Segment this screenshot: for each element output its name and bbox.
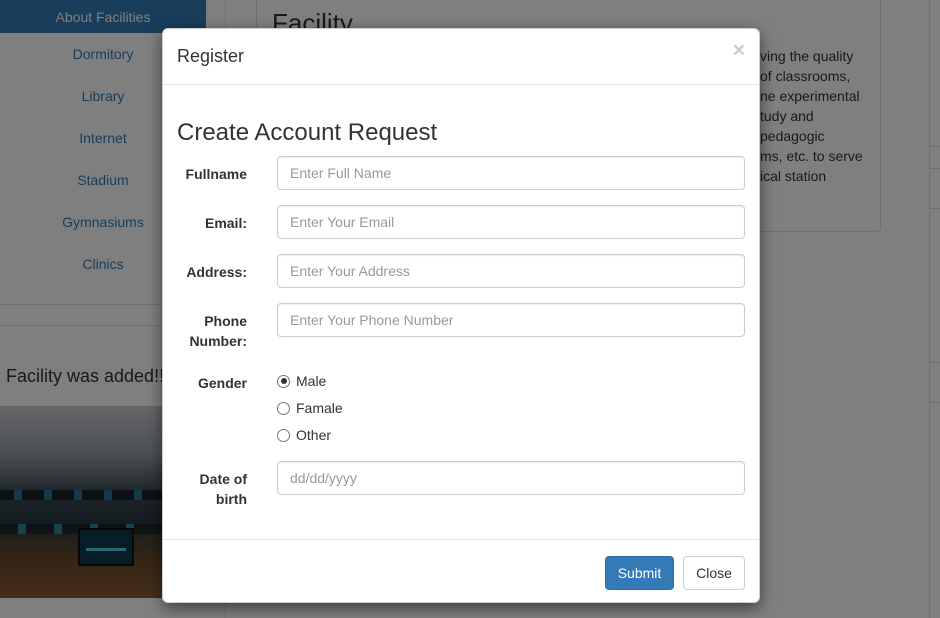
dob-label-line: birth bbox=[215, 491, 247, 507]
modal-title: Register bbox=[177, 46, 245, 66]
email-label: Email: bbox=[204, 215, 247, 231]
phone-input[interactable] bbox=[277, 303, 745, 337]
close-icon[interactable]: × bbox=[733, 40, 745, 61]
address-input[interactable] bbox=[277, 254, 745, 288]
address-label: Address: bbox=[186, 264, 247, 280]
phone-label-line: Number: bbox=[189, 333, 247, 349]
phone-label: Phone Number: bbox=[177, 311, 247, 351]
fullname-label: Fullname bbox=[185, 166, 247, 182]
gender-option-label: Male bbox=[296, 373, 327, 389]
gender-option-male[interactable]: Male bbox=[277, 373, 326, 389]
gender-option-famale[interactable]: Famale bbox=[277, 400, 343, 416]
phone-label-line: Phone bbox=[204, 313, 247, 329]
close-button[interactable]: Close bbox=[683, 556, 745, 590]
gender-label: Gender bbox=[197, 375, 247, 391]
register-modal: Register × Create Account Request Fullna… bbox=[162, 28, 760, 603]
fullname-input[interactable] bbox=[277, 156, 745, 190]
dob-label-line: Date of bbox=[199, 471, 247, 487]
form-heading: Create Account Request bbox=[177, 119, 438, 146]
radio-other[interactable] bbox=[277, 428, 290, 442]
email-input[interactable] bbox=[277, 205, 745, 239]
gender-option-label: Famale bbox=[296, 400, 343, 416]
gender-option-other[interactable]: Other bbox=[277, 427, 331, 443]
modal-footer: Submit Close bbox=[163, 539, 759, 603]
dob-label: Date of birth bbox=[177, 469, 247, 509]
submit-button[interactable]: Submit bbox=[605, 556, 674, 590]
dob-input[interactable] bbox=[277, 461, 745, 495]
gender-option-label: Other bbox=[296, 427, 332, 443]
modal-header: Register × bbox=[163, 29, 759, 85]
radio-famale[interactable] bbox=[277, 401, 290, 415]
radio-male[interactable] bbox=[277, 374, 290, 388]
